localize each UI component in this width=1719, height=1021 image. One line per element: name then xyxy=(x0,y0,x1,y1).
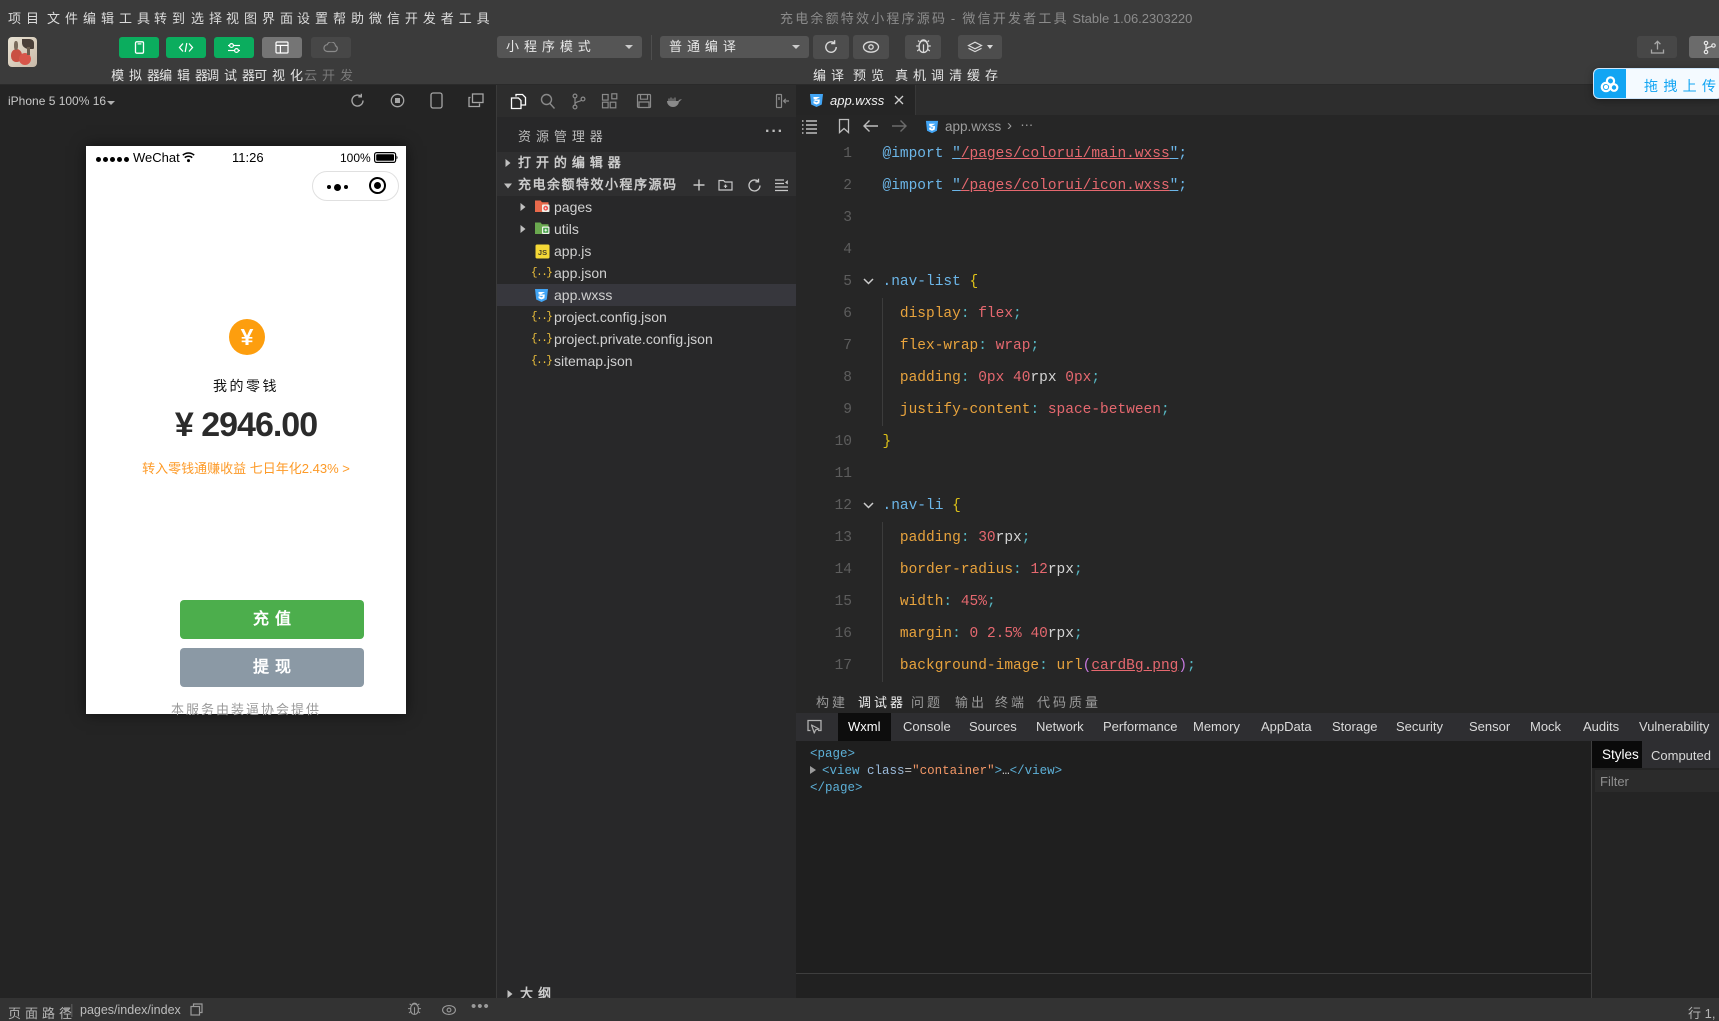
svg-text:JS: JS xyxy=(538,248,547,257)
